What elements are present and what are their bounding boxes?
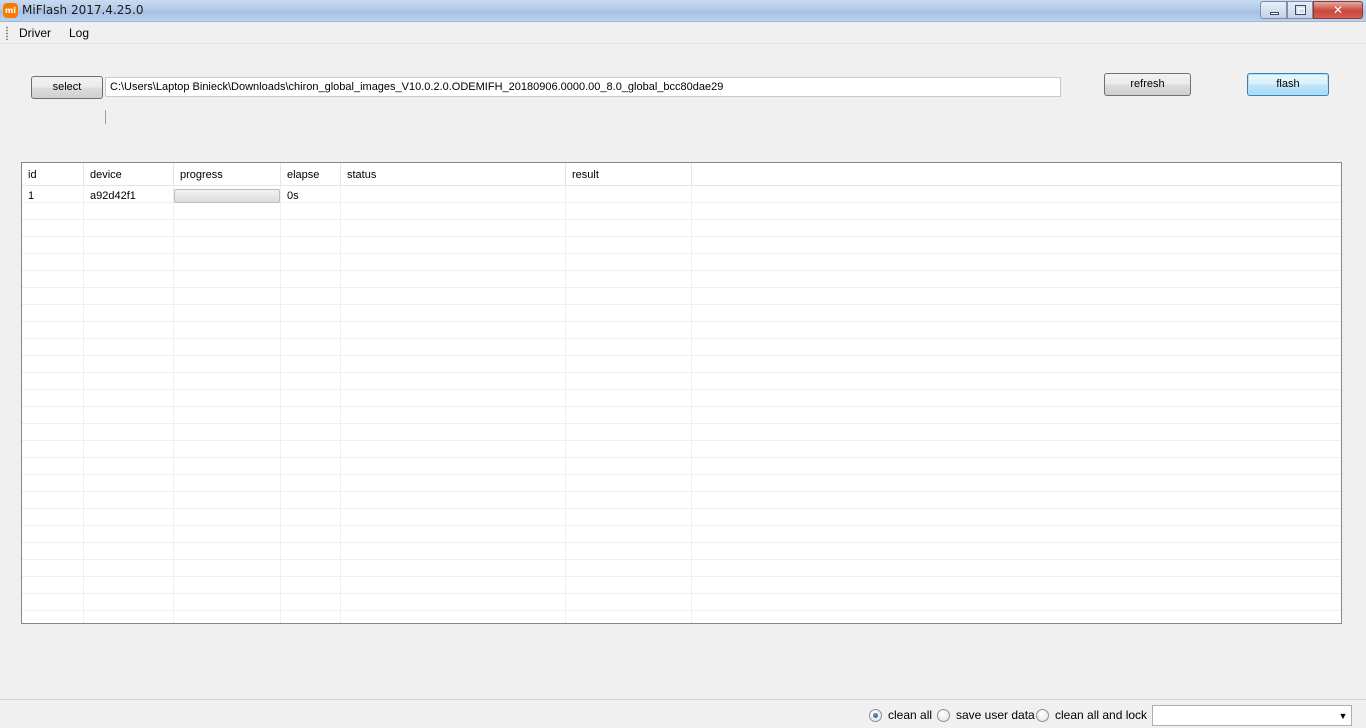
table-header: id device progress elapse status result [22, 163, 1341, 186]
menu-bar: Driver Log [0, 22, 1366, 44]
table-row[interactable]: 1 a92d42f1 0s [22, 187, 1341, 204]
clean-all-and-lock-radio[interactable] [1036, 709, 1049, 722]
device-combo-box[interactable]: ▼ [1152, 705, 1352, 726]
select-button[interactable]: select [31, 76, 103, 99]
cell-device: a92d42f1 [90, 190, 136, 202]
cell-status [341, 187, 566, 204]
column-divider [83, 186, 84, 623]
column-header-progress[interactable]: progress [174, 163, 281, 186]
save-user-data-radio[interactable] [937, 709, 950, 722]
column-header-id[interactable]: id [22, 163, 84, 186]
restore-icon [1295, 5, 1306, 15]
cell-elapse: 0s [287, 190, 299, 202]
clean-all-and-lock-label[interactable]: clean all and lock [1055, 708, 1147, 722]
column-divider [340, 186, 341, 623]
cell-result [566, 187, 692, 204]
miflash-app-icon: mi [3, 3, 18, 18]
menu-driver[interactable]: Driver [19, 26, 51, 40]
title-bar: mi MiFlash 2017.4.25.0 ✕ [0, 0, 1366, 22]
column-header-elapse[interactable]: elapse [281, 163, 341, 186]
flash-progress-bar [174, 189, 280, 203]
flash-options-bar: clean all save user data clean all and l… [0, 699, 1366, 728]
flash-button[interactable]: flash [1247, 73, 1329, 96]
column-divider [173, 186, 174, 623]
cell-id: 1 [28, 190, 35, 202]
minimize-icon [1270, 12, 1279, 15]
table-body [22, 186, 1341, 623]
window-title: MiFlash 2017.4.25.0 [22, 3, 144, 17]
menu-log[interactable]: Log [69, 26, 89, 40]
clean-all-radio[interactable] [869, 709, 882, 722]
clean-all-label[interactable]: clean all [888, 708, 932, 722]
text-caret [105, 110, 106, 124]
column-divider [280, 186, 281, 623]
minimize-button[interactable] [1260, 1, 1287, 19]
column-header-status[interactable]: status [341, 163, 566, 186]
save-user-data-label[interactable]: save user data [956, 708, 1035, 722]
close-button[interactable]: ✕ [1313, 1, 1363, 19]
chevron-down-icon[interactable]: ▼ [1337, 710, 1349, 722]
column-divider [691, 186, 692, 623]
close-icon: ✕ [1332, 3, 1344, 17]
column-header-result[interactable]: result [566, 163, 692, 186]
column-divider [565, 186, 566, 623]
maximize-button[interactable] [1287, 1, 1313, 19]
rom-path-input[interactable]: C:\Users\Laptop Binieck\Downloads\chiron… [105, 77, 1061, 97]
column-header-device[interactable]: device [84, 163, 174, 186]
refresh-button[interactable]: refresh [1104, 73, 1191, 96]
menu-grip-icon [6, 26, 8, 40]
device-table[interactable]: id device progress elapse status result … [21, 162, 1342, 624]
